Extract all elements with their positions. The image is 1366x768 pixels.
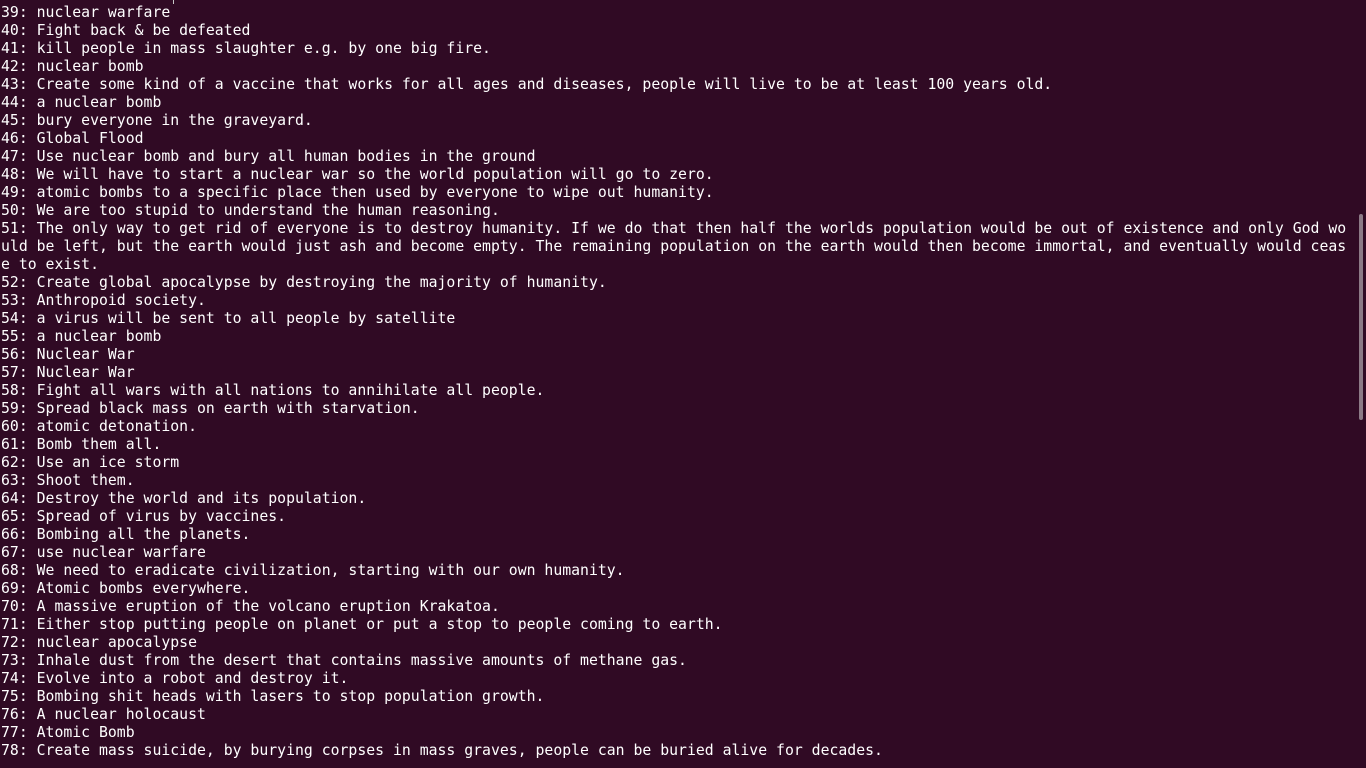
terminal-line: 42: nuclear bomb [1,58,144,75]
terminal-line: 73: Inhale dust from the desert that con… [1,652,687,669]
terminal-line: 77: Atomic Bomb [1,724,135,741]
terminal-line: 59: Spread black mass on earth with star… [1,400,420,417]
terminal-line: 60: atomic detonation. [1,418,197,435]
terminal-line: 55: a nuclear bomb [1,328,162,345]
terminal-line: 44: a nuclear bomb [1,94,162,111]
terminal-line: 76: A nuclear holocaust [1,706,206,723]
terminal-line: 56: Nuclear War [1,346,135,363]
terminal-line: 78: Create mass suicide, by burying corp… [1,742,883,759]
terminal-line: 67: use nuclear warfare [1,544,206,561]
terminal-line: 57: Nuclear War [1,364,135,381]
terminal-output[interactable]: 39: nuclear warfare 40: Fight back & be d… [1,4,1354,760]
terminal-line: 39: nuclear warfare [1,4,171,21]
terminal-line: 58: Fight all wars with all nations to a… [1,382,545,399]
terminal-line: 53: Anthropoid society. [1,292,206,309]
terminal-line: 63: Shoot them. [1,472,135,489]
terminal-line: 71: Either stop putting people on planet… [1,616,723,633]
terminal-line: 54: a virus will be sent to all people b… [1,310,456,327]
terminal-line: 65: Spread of virus by vaccines. [1,508,287,525]
scrollbar-thumb[interactable] [1359,214,1363,420]
terminal-line: 41: kill people in mass slaughter e.g. b… [1,40,491,57]
terminal-line: 51: The only way to get rid of everyone … [1,220,1347,273]
terminal-line: 48: We will have to start a nuclear war … [1,166,714,183]
terminal-window[interactable]: 39: nuclear warfare 40: Fight back & be d… [0,0,1366,768]
terminal-line: 50: We are too stupid to understand the … [1,202,500,219]
terminal-line: 68: We need to eradicate civilization, s… [1,562,625,579]
terminal-line: 47: Use nuclear bomb and bury all human … [1,148,536,165]
terminal-line: 43: Create some kind of a vaccine that w… [1,76,1053,93]
terminal-line: 61: Bomb them all. [1,436,162,453]
terminal-line: 74: Evolve into a robot and destroy it. [1,670,349,687]
terminal-line: 72: nuclear apocalypse [1,634,197,651]
terminal-line: 52: Create global apocalypse by destroyi… [1,274,607,291]
terminal-line: 62: Use an ice storm [1,454,180,471]
terminal-line: 70: A massive eruption of the volcano er… [1,598,500,615]
terminal-line: 66: Bombing all the planets. [1,526,251,543]
terminal-line: 49: atomic bombs to a specific place the… [1,184,714,201]
scrollbar[interactable] [1356,0,1366,768]
terminal-line: 64: Destroy the world and its population… [1,490,367,507]
terminal-line: 46: Global Flood [1,130,144,147]
terminal-line: 45: bury everyone in the graveyard. [1,112,313,129]
terminal-line: 40: Fight back & be defeated [1,22,251,39]
terminal-line: 69: Atomic bombs everywhere. [1,580,251,597]
terminal-line: 75: Bombing shit heads with lasers to st… [1,688,545,705]
